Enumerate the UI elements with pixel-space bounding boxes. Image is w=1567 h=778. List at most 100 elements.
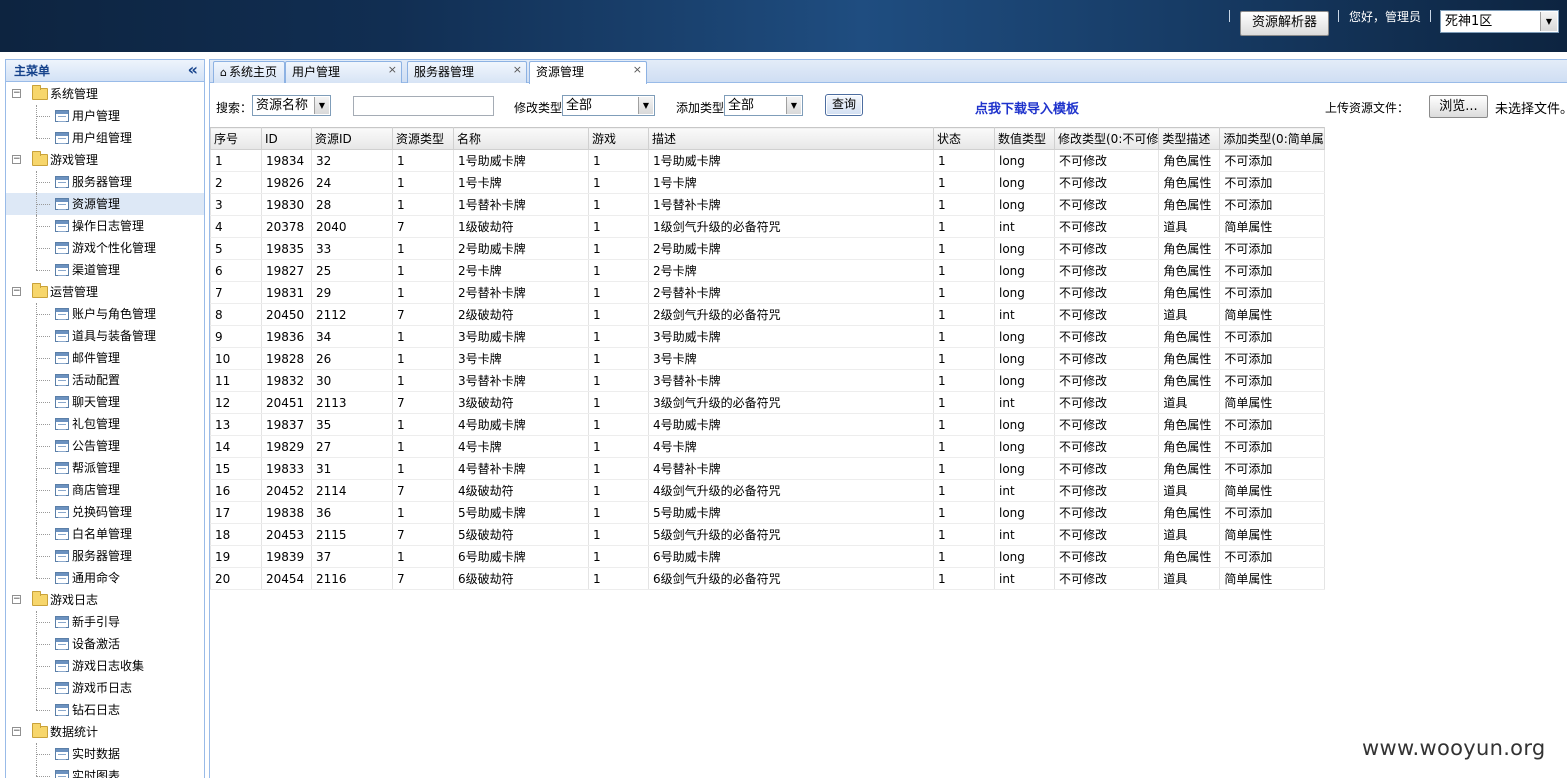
column-header[interactable]: ID (261, 127, 312, 150)
table-cell: 1 (392, 457, 454, 480)
chevron-down-icon[interactable]: ▼ (638, 97, 653, 114)
column-header[interactable]: 序号 (210, 127, 262, 150)
menu-item[interactable]: 游戏日志收集 (6, 655, 204, 677)
menu-group[interactable]: − 运营管理 (6, 281, 204, 303)
download-template-link[interactable]: 点我下载导入模板 (975, 98, 1079, 117)
tab-home[interactable]: ⌂ 系统主页 (213, 61, 285, 83)
modify-type-select[interactable]: 全部 ▼ (562, 95, 655, 116)
menu-item[interactable]: 钻石日志 (6, 699, 204, 721)
table-cell: 2号助威卡牌 (453, 237, 589, 260)
menu-item[interactable]: 用户组管理 (6, 127, 204, 149)
menu-group[interactable]: − 系统管理 (6, 83, 204, 105)
search-field-select[interactable]: 资源名称 ▼ (252, 95, 331, 116)
menu-item[interactable]: 用户管理 (6, 105, 204, 127)
table-row[interactable]: 5 19835 33 1 2号助威卡牌 1 2号助威卡牌 1 long 不可修改 角色属性 不可添加 (210, 237, 1325, 260)
column-header[interactable]: 资源ID (311, 127, 393, 150)
table-cell: 1号卡牌 (648, 171, 934, 194)
menu-item[interactable]: 聊天管理 (6, 391, 204, 413)
menu-item[interactable]: 资源管理 (6, 193, 204, 215)
menu-group[interactable]: − 游戏管理 (6, 149, 204, 171)
menu-item[interactable]: 设备激活 (6, 633, 204, 655)
tab-resource-management[interactable]: 资源管理 × (529, 61, 647, 84)
browse-button[interactable]: 浏览... (1429, 95, 1488, 118)
menu-item[interactable]: 礼包管理 (6, 413, 204, 435)
chevron-down-icon[interactable]: ▼ (786, 97, 801, 114)
menu-item[interactable]: 商店管理 (6, 479, 204, 501)
menu-item[interactable]: 服务器管理 (6, 171, 204, 193)
menu-item[interactable]: 通用命令 (6, 567, 204, 589)
table-row[interactable]: 16 20452 2114 7 4级破劫符 1 4级剑气升级的必备符咒 1 int 不可修改 道具简… (210, 479, 1325, 502)
menu-item[interactable]: 账户与角色管理 (6, 303, 204, 325)
column-header[interactable]: 添加类型(0:简单属 (1219, 127, 1325, 150)
tree-line (36, 314, 50, 315)
tab-user-management[interactable]: 用户管理 × (285, 61, 402, 83)
table-cell: long (994, 171, 1055, 194)
table-row[interactable]: 4 20378 2040 7 1级破劫符 1 1级剑气升级的必备符咒 1 int 不可修改 道具 简单… (210, 215, 1325, 238)
collapse-toggle-icon[interactable]: − (12, 287, 21, 296)
close-icon[interactable]: × (388, 60, 397, 80)
menu-item[interactable]: 实时图表 (6, 765, 204, 778)
table-row[interactable]: 19 19839 37 1 6号助威卡牌 1 6号助威卡牌 1 long 不可修改 角色属性 不可添加 (210, 545, 1325, 568)
table-row[interactable]: 2 19826 24 1 1号卡牌 1 1号卡牌 1 long 不可修改 角色属性 不可添加 (210, 171, 1325, 194)
keyword-input[interactable] (353, 96, 494, 116)
menu-group[interactable]: − 数据统计 (6, 721, 204, 743)
collapse-toggle-icon[interactable]: − (12, 155, 21, 164)
add-type-select[interactable]: 全部 ▼ (724, 95, 803, 116)
table-row[interactable]: 13 19837 35 1 4号助威卡牌 1 4号助威卡牌 1 long 不可修改 角色属性 不可添加 (210, 413, 1325, 436)
page-icon (55, 176, 69, 188)
column-header[interactable]: 修改类型(0:不可修 (1053, 127, 1160, 150)
collapse-toggle-icon[interactable]: − (12, 595, 21, 604)
table-row[interactable]: 7 19831 29 1 2号替补卡牌 1 2号替补卡牌 1 long 不可修改 角色属性 不可添加 (210, 281, 1325, 304)
table-row[interactable]: 8 20450 2112 7 2级破劫符 1 2级剑气升级的必备符咒 1 int 不可修改 道具 简单… (210, 303, 1325, 326)
column-header[interactable]: 资源类型 (392, 127, 454, 150)
table-cell: 1 (588, 347, 649, 370)
column-header[interactable]: 描述 (648, 127, 934, 150)
column-header[interactable]: 状态 (933, 127, 995, 150)
menu-item[interactable]: 邮件管理 (6, 347, 204, 369)
menu-item[interactable]: 兑换码管理 (6, 501, 204, 523)
close-icon[interactable]: × (633, 60, 642, 80)
table-cell: 3号助威卡牌 (453, 325, 589, 348)
menu-item[interactable]: 新手引导 (6, 611, 204, 633)
resource-resolver-button[interactable]: 资源解析器 (1240, 11, 1329, 36)
table-cell: long (994, 501, 1055, 524)
table-row[interactable]: 1 19834 32 1 1号助威卡牌 1 1号助威卡牌 1 long 不可修改 角色属性 不可添加 (210, 149, 1325, 172)
table-row[interactable]: 3 19830 28 1 1号替补卡牌 1 1号替补卡牌 1 long 不可修改 角色属性 不可添加 (210, 193, 1325, 216)
table-row[interactable]: 12 20451 2113 7 3级破劫符 1 3级剑气升级的必备符咒 1 int 不可修改 道具简… (210, 391, 1325, 414)
column-header[interactable]: 数值类型 (994, 127, 1055, 150)
column-header[interactable]: 类型描述 (1158, 127, 1221, 150)
close-icon[interactable]: × (513, 60, 522, 80)
table-row[interactable]: 14 19829 27 1 4号卡牌 1 4号卡牌 1 long 不可修改 角色属性 不可添加 (210, 435, 1325, 458)
menu-item[interactable]: 游戏个性化管理 (6, 237, 204, 259)
server-select[interactable]: 死神1区 ▼ (1440, 10, 1559, 33)
menu-item[interactable]: 白名单管理 (6, 523, 204, 545)
query-button[interactable]: 查询 (825, 94, 863, 116)
table-row[interactable]: 17 19838 36 1 5号助威卡牌 1 5号助威卡牌 1 long 不可修改 角色属性 不可添加 (210, 501, 1325, 524)
menu-group[interactable]: − 游戏日志 (6, 589, 204, 611)
column-header[interactable]: 游戏 (588, 127, 649, 150)
table-row[interactable]: 9 19836 34 1 3号助威卡牌 1 3号助威卡牌 1 long 不可修改 角色属性 不可添加 (210, 325, 1325, 348)
collapse-toggle-icon[interactable]: − (12, 89, 21, 98)
column-header[interactable]: 名称 (453, 127, 589, 150)
menu-item[interactable]: 渠道管理 (6, 259, 204, 281)
collapse-toggle-icon[interactable]: − (12, 727, 21, 736)
chevron-down-icon[interactable]: ▼ (314, 97, 329, 114)
table-row[interactable]: 6 19827 25 1 2号卡牌 1 2号卡牌 1 long 不可修改 角色属性 不可添加 (210, 259, 1325, 282)
table-row[interactable]: 10 19828 26 1 3号卡牌 1 3号卡牌 1 long 不可修改 角色属性 不可添加 (210, 347, 1325, 370)
chevron-down-icon[interactable]: ▼ (1540, 12, 1557, 31)
tab-server-management[interactable]: 服务器管理 × (407, 61, 527, 83)
table-row[interactable]: 15 19833 31 1 4号替补卡牌 1 4号替补卡牌 1 long 不可修改 角色属性 不可添加 (210, 457, 1325, 480)
double-chevron-left-icon[interactable]: « (188, 60, 198, 80)
menu-item[interactable]: 游戏币日志 (6, 677, 204, 699)
menu-item[interactable]: 实时数据 (6, 743, 204, 765)
menu-item[interactable]: 服务器管理 (6, 545, 204, 567)
table-row[interactable]: 11 19832 30 1 3号替补卡牌 1 3号替补卡牌 1 long 不可修改 角色属性 不可添加 (210, 369, 1325, 392)
menu-item[interactable]: 公告管理 (6, 435, 204, 457)
table-row[interactable]: 18 20453 2115 7 5级破劫符 1 5级剑气升级的必备符咒 1 int 不可修改 道具简… (210, 523, 1325, 546)
menu-item[interactable]: 道具与装备管理 (6, 325, 204, 347)
menu-item[interactable]: 活动配置 (6, 369, 204, 391)
tree-line (36, 666, 50, 667)
menu-item[interactable]: 操作日志管理 (6, 215, 204, 237)
menu-item[interactable]: 帮派管理 (6, 457, 204, 479)
table-row[interactable]: 20 20454 2116 7 6级破劫符 1 6级剑气升级的必备符咒 1 int 不可修改 道具简… (210, 567, 1325, 590)
